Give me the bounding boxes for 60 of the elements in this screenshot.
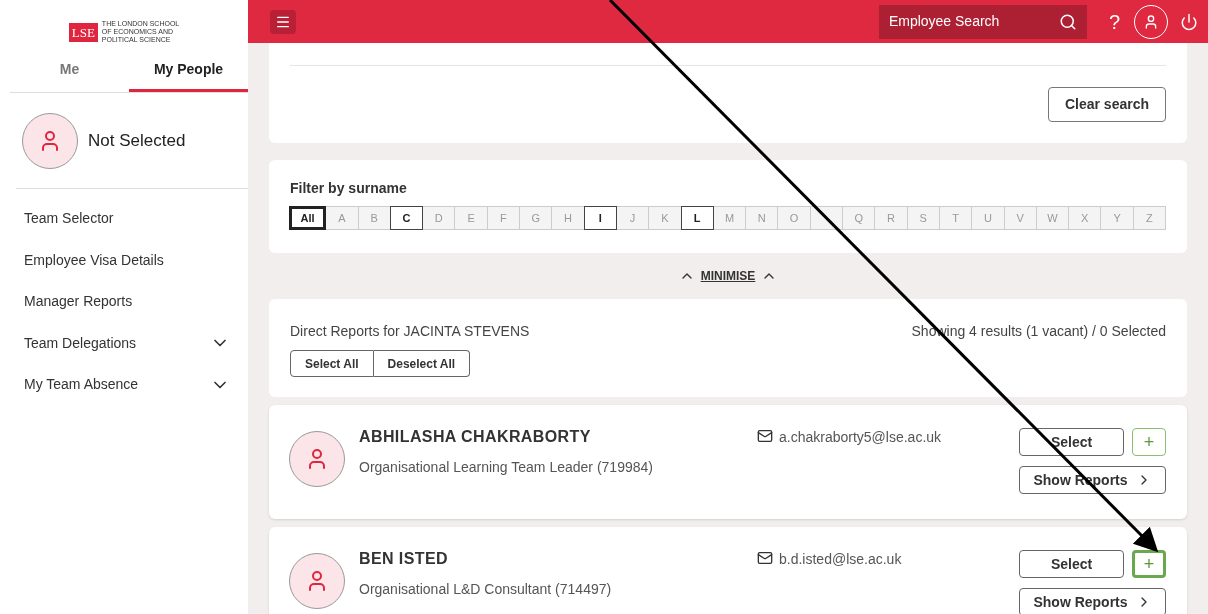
employee-search-input[interactable]: Employee Search bbox=[888, 11, 1059, 32]
select-all-button[interactable]: Select All bbox=[290, 350, 374, 377]
letter-filter-button[interactable]: W bbox=[1035, 206, 1070, 230]
power-button[interactable] bbox=[1180, 12, 1198, 31]
letter-filter-button[interactable]: V bbox=[1003, 206, 1037, 230]
letter-filter-button[interactable]: S bbox=[906, 206, 940, 230]
letter-filter-button[interactable]: F bbox=[486, 206, 521, 230]
sidebar-item[interactable]: Employee Visa Details bbox=[0, 239, 248, 281]
letter-filter-button[interactable]: M bbox=[712, 206, 747, 230]
letter-filter-button[interactable]: Y bbox=[1100, 206, 1134, 230]
person-email: a.chakraborty5@lse.ac.uk bbox=[779, 428, 942, 447]
letter-filter-button[interactable]: E bbox=[454, 206, 488, 230]
filter-title: Filter by surname bbox=[290, 179, 408, 198]
letter-filter-button[interactable]: A bbox=[325, 206, 359, 230]
letter-filter-button[interactable]: Z bbox=[1132, 206, 1166, 230]
search-icon bbox=[1058, 12, 1077, 31]
letter-filter-button[interactable]: T bbox=[938, 206, 973, 230]
letter-filter-button[interactable]: K bbox=[648, 206, 682, 230]
letter-filter-button[interactable]: L bbox=[680, 206, 714, 230]
clear-search-button[interactable]: Clear search bbox=[1047, 87, 1166, 122]
sidebar-item[interactable]: Team Delegations bbox=[0, 322, 248, 364]
letter-filter-button[interactable]: X bbox=[1068, 206, 1102, 230]
minimise-link[interactable]: MINIMISE bbox=[700, 267, 756, 285]
person-email: b.d.isted@lse.ac.uk bbox=[779, 550, 902, 569]
deselect-all-button[interactable]: Deselect All bbox=[373, 350, 471, 377]
letter-filter-button[interactable]: N bbox=[745, 206, 779, 230]
mail-icon bbox=[757, 550, 773, 566]
sidebar-item[interactable]: Manager Reports bbox=[0, 281, 248, 323]
letter-filter-button[interactable]: H bbox=[551, 206, 585, 230]
add-button[interactable]: + bbox=[1132, 550, 1166, 578]
letter-filter-button[interactable]: B bbox=[357, 206, 391, 230]
menu-button[interactable] bbox=[270, 9, 296, 34]
person-role: Organisational L&D Consultant (714497) bbox=[359, 580, 613, 599]
employee-search-field[interactable]: Employee Search bbox=[878, 4, 1087, 39]
person-role: Organisational Learning Team Leader (719984) bbox=[359, 458, 654, 477]
person-name: ABHILASHA CHAKRABORTY bbox=[359, 427, 592, 447]
letter-filter-button[interactable]: Q bbox=[842, 206, 876, 230]
select-button[interactable]: Select bbox=[1019, 550, 1124, 578]
power-icon bbox=[1180, 12, 1198, 31]
sidebar-item[interactable]: Team Selector bbox=[0, 198, 248, 240]
person-name: BEN ISTED bbox=[359, 549, 449, 569]
mail-icon bbox=[757, 428, 773, 444]
letter-filter-button[interactable]: J bbox=[615, 206, 650, 230]
letter-filter-button[interactable]: C bbox=[389, 206, 424, 230]
letter-filter-button[interactable]: R bbox=[874, 206, 908, 230]
letter-filter-button[interactable]: All bbox=[289, 206, 327, 230]
add-button[interactable]: + bbox=[1132, 428, 1166, 456]
letter-filter-button[interactable]: O bbox=[777, 206, 811, 230]
help-button[interactable]: ? bbox=[1108, 6, 1120, 37]
letter-filter-button[interactable]: U bbox=[971, 206, 1005, 230]
selected-person-label: Not Selected bbox=[88, 129, 186, 152]
logo-mark: LSE bbox=[68, 22, 98, 42]
select-button[interactable]: Select bbox=[1019, 428, 1124, 456]
sidebar-item[interactable]: My Team Absence bbox=[0, 364, 248, 406]
reports-title: Direct Reports for JACINTA STEVENS bbox=[290, 322, 530, 341]
show-reports-button[interactable]: Show Reports bbox=[1019, 588, 1166, 614]
sidebar-tab[interactable]: Me bbox=[10, 50, 129, 92]
letter-filter-button[interactable]: I bbox=[583, 206, 617, 230]
user-icon bbox=[1143, 13, 1159, 30]
letter-filter-button[interactable]: G bbox=[519, 206, 553, 230]
